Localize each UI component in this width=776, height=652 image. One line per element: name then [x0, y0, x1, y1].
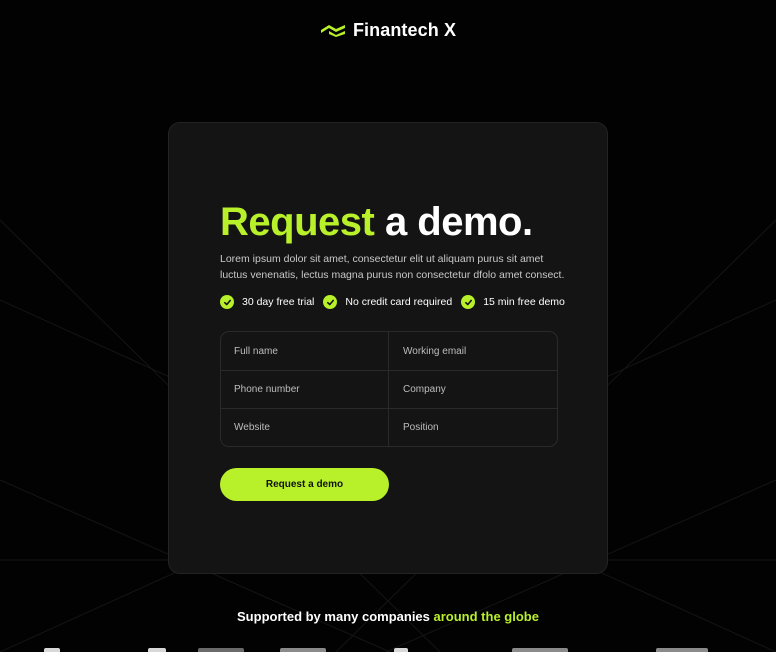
feature-label: 15 min free demo	[483, 296, 565, 308]
title-accent: Request	[220, 200, 375, 244]
position-input[interactable]	[403, 422, 557, 433]
feature-label: No credit card required	[345, 296, 453, 308]
title-rest: a demo.	[384, 200, 533, 244]
description: Lorem ipsum dolor sit amet, consectetur …	[220, 253, 565, 281]
feature-label: 30 day free trial	[242, 296, 315, 308]
request-demo-button[interactable]: Request a demo	[220, 468, 389, 501]
partner-logo-icon	[280, 648, 326, 652]
check-circle-icon	[323, 295, 338, 309]
feature-item: 30 day free trial	[220, 295, 314, 309]
feature-item: 15 min free demo	[461, 295, 565, 309]
partner-logo-icon	[656, 648, 708, 652]
page: Finantech X Request a demo. Lorem ipsum …	[0, 0, 776, 652]
brand-name[interactable]: Finantech X	[353, 20, 456, 41]
phone-number-field	[221, 371, 389, 409]
partner-logo-icon	[44, 648, 60, 652]
partner-logo-icon	[394, 648, 408, 652]
demo-form	[220, 331, 558, 447]
demo-request-card: Request a demo. Lorem ipsum dolor sit am…	[168, 122, 608, 574]
partner-logo-icon	[198, 648, 244, 652]
full-name-input[interactable]	[234, 345, 388, 357]
partner-logo-icon	[148, 648, 166, 652]
header: Finantech X	[0, 18, 776, 42]
feature-list: 30 day free trial No credit card require…	[220, 295, 565, 309]
chevron-stack-icon	[320, 25, 345, 37]
partner-logo-icon	[512, 648, 568, 652]
working-email-field	[389, 332, 557, 371]
support-accent: around the globe	[433, 609, 539, 624]
position-field	[389, 409, 557, 446]
partner-logos	[0, 644, 776, 652]
working-email-input[interactable]	[403, 345, 557, 357]
page-title: Request a demo.	[220, 199, 533, 245]
website-field	[221, 409, 389, 446]
phone-number-input[interactable]	[234, 384, 388, 395]
check-circle-icon	[220, 295, 234, 309]
company-input[interactable]	[403, 384, 557, 395]
support-heading: Supported by many companies around the g…	[0, 609, 776, 624]
website-input[interactable]	[234, 422, 388, 433]
company-field	[389, 371, 557, 409]
feature-item: No credit card required	[323, 295, 452, 309]
check-circle-icon	[461, 295, 476, 309]
full-name-field	[221, 332, 389, 371]
support-text: Supported by many companies	[237, 609, 430, 624]
